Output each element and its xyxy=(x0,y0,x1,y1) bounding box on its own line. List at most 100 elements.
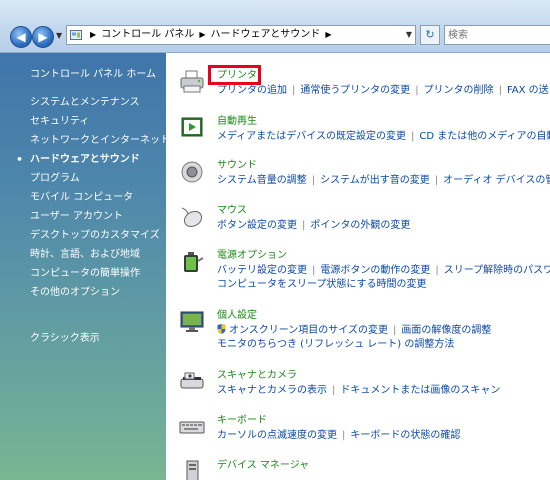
sidebar-item-ease-of-access[interactable]: コンピュータの簡単操作 xyxy=(30,264,170,283)
category-links: コンピュータをスリープ状態にする時間の変更 xyxy=(217,278,427,292)
category-title-keyboard[interactable]: キーボード xyxy=(217,414,267,428)
breadcrumb-separator-icon[interactable]: ▶ xyxy=(199,30,205,39)
link-cursor-blink-rate[interactable]: カーソルの点滅速度の変更 xyxy=(217,430,337,441)
sidebar-item-user-accounts[interactable]: ユーザー アカウント xyxy=(30,207,170,226)
link-scan-document[interactable]: ドキュメントまたは画像のスキャン xyxy=(340,385,500,396)
category-power-options: 電源オプション バッテリ設定の変更 | 電源ボタンの動作の変更 | スリープ解除時のパス… xyxy=(167,249,550,293)
link-divider: | xyxy=(411,131,415,142)
display-icon xyxy=(180,311,204,332)
category-sound: サウンド システム音量の調整 | システムが出す音の変更 | オーディオ デバイスの管 xyxy=(167,159,550,189)
forward-button[interactable]: ▶ xyxy=(32,26,54,48)
keyboard-icon xyxy=(179,421,205,434)
control-panel-icon xyxy=(70,30,82,40)
link-divider: | xyxy=(415,85,419,96)
category-links: ボタン設定の変更 | ポインタの外観の変更 xyxy=(217,219,410,233)
link-adjust-volume[interactable]: システム音量の調整 xyxy=(217,175,307,186)
link-change-power-button[interactable]: 電源ボタンの動作の変更 xyxy=(320,265,430,276)
path-dropdown-icon[interactable]: ▼ xyxy=(406,26,412,44)
refresh-button[interactable]: ↻ xyxy=(420,25,440,45)
category-links: バッテリ設定の変更 | 電源ボタンの動作の変更 | スリープ解除時のパスワ xyxy=(217,264,550,278)
link-divider: | xyxy=(311,175,316,186)
scanner-icon xyxy=(180,372,204,389)
sidebar-list: システムとメンテナンス セキュリティ ネットワークとインターネット ハードウェア… xyxy=(16,93,170,302)
back-button[interactable]: ◀ xyxy=(10,26,32,48)
sidebar-item-other-options[interactable]: その他のオプション xyxy=(30,283,170,302)
category-title-mouse[interactable]: マウス xyxy=(217,204,247,218)
link-cd-autoplay[interactable]: CD または他のメディアの自動 xyxy=(419,131,550,142)
history-dropdown-icon[interactable]: ▼ xyxy=(56,30,66,42)
breadcrumb-separator-icon[interactable]: ▶ xyxy=(325,30,331,39)
address-path-box[interactable]: ▶ コントロール パネル ▶ ハードウェアとサウンド ▶ ▼ xyxy=(66,25,416,45)
sidebar-item-security[interactable]: セキュリティ xyxy=(30,112,170,131)
category-links: システム音量の調整 | システムが出す音の変更 | オーディオ デバイスの管 xyxy=(217,174,550,188)
link-change-media-defaults[interactable]: メディアまたはデバイスの既定設定の変更 xyxy=(217,131,406,142)
link-change-sleep-time[interactable]: コンピュータをスリープ状態にする時間の変更 xyxy=(217,279,427,290)
uac-shield-icon xyxy=(217,324,226,334)
category-links: オンスクリーン項目のサイズの変更 | 画面の解像度の調整 xyxy=(217,324,491,338)
device-manager-icon xyxy=(186,460,199,480)
link-divider: | xyxy=(342,430,346,441)
breadcrumb-separator-icon[interactable]: ▶ xyxy=(90,30,96,39)
category-links: スキャナとカメラの表示 | ドキュメントまたは画像のスキャン xyxy=(217,384,500,398)
sidebar-item-mobile-pc[interactable]: モバイル コンピュータ xyxy=(30,188,170,207)
link-adjust-resolution[interactable]: 画面の解像度の調整 xyxy=(401,325,491,336)
link-refresh-rate[interactable]: モニタのちらつき (リフレッシュ レート) の調整方法 xyxy=(217,339,454,350)
mouse-icon xyxy=(181,207,203,228)
sidebar-item-hardware-sound[interactable]: ハードウェアとサウンド xyxy=(16,150,170,169)
link-divider: | xyxy=(292,85,296,96)
sidebar-item-programs[interactable]: プログラム xyxy=(30,169,170,188)
link-change-button-settings[interactable]: ボタン設定の変更 xyxy=(217,220,297,231)
link-send-fax[interactable]: FAX の送 xyxy=(507,85,549,96)
sidebar-item-system[interactable]: システムとメンテナンス xyxy=(30,93,170,112)
category-device-manager: デバイス マネージャ xyxy=(167,459,550,480)
category-links: プリンタの追加 | 通常使うプリンタの変更 | プリンタの削除 | FAX の送 xyxy=(217,84,549,98)
link-wakeup-password[interactable]: スリープ解除時のパスワ xyxy=(444,265,550,276)
link-view-scanners[interactable]: スキャナとカメラの表示 xyxy=(217,385,327,396)
category-keyboard: キーボード カーソルの点滅速度の変更 | キーボードの状態の確認 xyxy=(167,414,550,444)
link-keyboard-status[interactable]: キーボードの状態の確認 xyxy=(350,430,460,441)
sidebar-home-link[interactable]: コントロール パネル ホーム xyxy=(30,65,156,80)
category-title-autoplay[interactable]: 自動再生 xyxy=(217,115,257,129)
link-divider: | xyxy=(435,265,439,276)
category-mouse: マウス ボタン設定の変更 | ポインタの外観の変更 xyxy=(167,204,550,234)
category-title-power-options[interactable]: 電源オプション xyxy=(217,249,287,263)
category-personalization: 個人設定 オンスクリーン項目のサイズの変更 | 画面の解像度の調整 モニタのちらつき… xyxy=(167,309,550,353)
search-box xyxy=(444,25,550,45)
category-links: メディアまたはデバイスの既定設定の変更 | CD または他のメディアの自動 xyxy=(217,130,550,144)
link-divider: | xyxy=(434,175,439,186)
sidebar-item-desktop[interactable]: デスクトップのカスタマイズ xyxy=(30,226,170,245)
address-bar: ◀ ▶ ▼ ▶ コントロール パネル ▶ ハードウェアとサウンド ▶ ▼ ↻ xyxy=(0,0,550,53)
link-divider: | xyxy=(332,385,336,396)
link-add-printer[interactable]: プリンタの追加 xyxy=(217,85,287,96)
autoplay-icon xyxy=(181,117,203,137)
link-change-pointer-appearance[interactable]: ポインタの外観の変更 xyxy=(310,220,410,231)
main-content: プリンタ プリンタの追加 | 通常使うプリンタの変更 | プリンタの削除 | FAX の送 … xyxy=(167,53,550,480)
category-title-device-manager[interactable]: デバイス マネージャ xyxy=(217,459,309,473)
category-title-sound[interactable]: サウンド xyxy=(217,159,257,173)
link-divider: | xyxy=(302,220,306,231)
breadcrumb-hardware-sound[interactable]: ハードウェアとサウンド xyxy=(211,29,321,40)
search-input[interactable] xyxy=(448,27,548,43)
link-divider: | xyxy=(312,265,316,276)
sidebar: コントロール パネル ホーム システムとメンテナンス セキュリティ ネットワーク… xyxy=(0,53,170,480)
link-delete-printer[interactable]: プリンタの削除 xyxy=(424,85,494,96)
category-scanners-cameras: スキャナとカメラ スキャナとカメラの表示 | ドキュメントまたは画像のスキャン xyxy=(167,369,550,399)
sidebar-item-network[interactable]: ネットワークとインターネット xyxy=(30,131,170,150)
link-change-battery-settings[interactable]: バッテリ設定の変更 xyxy=(217,265,307,276)
category-links: カーソルの点滅速度の変更 | キーボードの状態の確認 xyxy=(217,429,460,443)
breadcrumb-control-panel[interactable]: コントロール パネル xyxy=(101,29,194,40)
link-change-default-printer[interactable]: 通常使うプリンタの変更 xyxy=(300,85,410,96)
speaker-icon xyxy=(181,161,203,183)
printer-icon xyxy=(180,70,204,93)
link-manage-audio-devices[interactable]: オーディオ デバイスの管 xyxy=(443,175,550,186)
category-title-personalization[interactable]: 個人設定 xyxy=(217,309,257,323)
link-change-system-sounds[interactable]: システムが出す音の変更 xyxy=(320,175,430,186)
link-divider: | xyxy=(498,85,502,96)
link-change-item-size[interactable]: オンスクリーン項目のサイズの変更 xyxy=(229,325,388,336)
breadcrumb: ▶ コントロール パネル ▶ ハードウェアとサウンド ▶ xyxy=(85,26,336,44)
sidebar-classic-view[interactable]: クラシック表示 xyxy=(30,329,100,344)
link-divider: | xyxy=(393,325,397,336)
category-autoplay: 自動再生 メディアまたはデバイスの既定設定の変更 | CD または他のメディアの自動 xyxy=(167,115,550,145)
category-title-scanners-cameras[interactable]: スキャナとカメラ xyxy=(217,369,297,383)
sidebar-item-clock-region[interactable]: 時計、言語、および地域 xyxy=(30,245,170,264)
